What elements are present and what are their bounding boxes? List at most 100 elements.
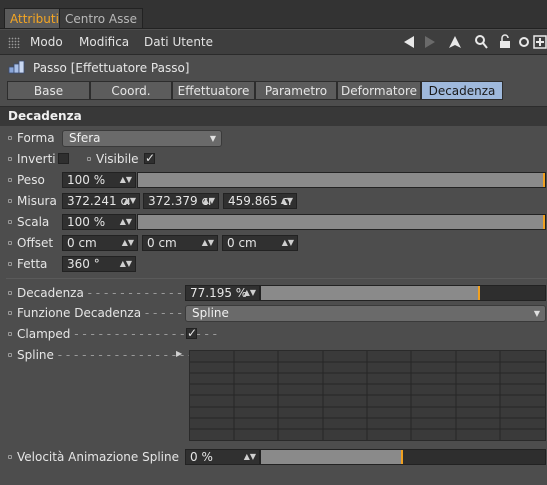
peso-slider[interactable]: [137, 172, 546, 188]
peso-field[interactable]: 100 % ▲▼: [62, 172, 136, 188]
animate-dot-peso[interactable]: [8, 178, 12, 182]
offset-label: Offset: [17, 236, 54, 250]
clamped-label-text: Clamped: [17, 327, 71, 341]
spinner-icon[interactable]: ▲▼: [124, 194, 136, 208]
spline-grid-lines: [190, 351, 545, 440]
lock-icon[interactable]: [498, 34, 512, 50]
misura-z-field[interactable]: 459.865 cı ▲▼: [223, 193, 297, 209]
animate-dot-decadenza[interactable]: [8, 291, 12, 295]
scala-slider-knob[interactable]: [543, 215, 545, 229]
spinner-icon[interactable]: ▲▼: [244, 286, 256, 300]
spinner-icon[interactable]: ▲▼: [281, 194, 293, 208]
step-effector-icon: [8, 60, 28, 74]
menu-modifica[interactable]: Modifica: [79, 35, 129, 49]
animate-dot-funzione[interactable]: [8, 311, 12, 315]
offset-x-field[interactable]: 0 cm ▲▼: [62, 235, 138, 251]
funzione-label: Funzione Decadenza - - - - -: [17, 306, 182, 320]
decadenza-slider-knob[interactable]: [478, 286, 480, 300]
scala-slider[interactable]: [137, 214, 546, 230]
arrow-left-icon[interactable]: [402, 34, 416, 50]
fetta-field[interactable]: 360 ° ▲▼: [62, 256, 136, 272]
tab-parametro[interactable]: Parametro: [255, 81, 337, 100]
expand-arrow-icon[interactable]: ▶: [176, 349, 182, 358]
peso-label: Peso: [17, 173, 45, 187]
settings-icon[interactable]: [517, 34, 531, 50]
velocita-label: Velocità Animazione Spline: [17, 450, 179, 464]
tab-deformatore[interactable]: Deformatore: [337, 81, 421, 100]
animate-dot-clamped[interactable]: [8, 332, 12, 336]
chevron-down-icon: ▼: [209, 134, 216, 143]
section-title: Decadenza: [8, 109, 82, 123]
decadenza-slider[interactable]: [260, 285, 546, 301]
forma-label: Forma: [17, 131, 55, 145]
animate-dot-scala[interactable]: [8, 220, 12, 224]
funzione-value: Spline: [192, 306, 229, 320]
inverti-label: Inverti: [17, 152, 56, 166]
misura-label: Misura: [17, 194, 57, 208]
tab-base[interactable]: Base: [7, 81, 90, 100]
offset-y-field[interactable]: 0 cm ▲▼: [142, 235, 218, 251]
tab-effettuatore[interactable]: Effettuatore: [172, 81, 255, 100]
peso-slider-knob[interactable]: [543, 173, 545, 187]
menu-modo[interactable]: Modo: [30, 35, 63, 49]
funzione-dropdown[interactable]: Spline ▼: [185, 305, 546, 322]
spline-editor-grid[interactable]: [189, 350, 546, 441]
add-panel-icon[interactable]: [533, 34, 547, 50]
search-icon[interactable]: [474, 34, 488, 50]
tab-coord[interactable]: Coord.: [90, 81, 172, 100]
animate-dot-inverti[interactable]: [8, 157, 12, 161]
velocita-field[interactable]: 0 % ▲▼: [185, 449, 260, 465]
offset-y-value: 0 cm: [147, 236, 177, 250]
spinner-icon[interactable]: ▲▼: [282, 236, 294, 250]
top-tab-bar: Attributi Centro Asse: [0, 0, 547, 29]
decadenza-slider-fill: [261, 286, 478, 300]
funzione-label-text: Funzione Decadenza: [17, 306, 142, 320]
tab-attributi[interactable]: Attributi: [4, 8, 65, 28]
decadenza-field[interactable]: 77.195 % ▲▼: [185, 285, 260, 301]
offset-z-field[interactable]: 0 cm ▲▼: [222, 235, 298, 251]
spinner-icon[interactable]: ▲▼: [120, 257, 132, 271]
animate-dot-forma[interactable]: [8, 136, 12, 140]
spinner-icon[interactable]: ▲▼: [244, 450, 256, 464]
spinner-icon[interactable]: ▲▼: [202, 236, 214, 250]
inverti-checkbox[interactable]: [58, 153, 69, 164]
velocita-value: 0 %: [190, 450, 213, 464]
fetta-label: Fetta: [17, 257, 48, 271]
arrow-right-icon[interactable]: [423, 34, 437, 50]
dotted-leader: - - - - -: [141, 306, 182, 320]
spinner-icon[interactable]: ▲▼: [120, 215, 132, 229]
grip-icon[interactable]: [8, 37, 20, 48]
visibile-checkbox[interactable]: ✓: [144, 151, 156, 165]
decadenza-label-text: Decadenza: [17, 286, 84, 300]
scala-label: Scala: [17, 215, 50, 229]
tab-decadenza[interactable]: Decadenza: [421, 81, 503, 100]
spinner-icon[interactable]: ▲▼: [120, 173, 132, 187]
section-header: Decadenza: [0, 106, 547, 126]
scala-field[interactable]: 100 % ▲▼: [62, 214, 136, 230]
animate-dot-spline[interactable]: [8, 353, 12, 357]
arrow-up-icon[interactable]: [448, 34, 462, 50]
velocita-slider-knob[interactable]: [401, 450, 403, 464]
tab-centro-asse[interactable]: Centro Asse: [59, 8, 143, 28]
scala-value: 100 %: [67, 215, 106, 229]
misura-x-field[interactable]: 372.241 cı ▲▼: [62, 193, 140, 209]
menu-bar: Modo Modifica Dati Utente: [0, 30, 547, 55]
clamped-checkbox[interactable]: ✓: [186, 327, 197, 339]
menu-dati-utente[interactable]: Dati Utente: [144, 35, 213, 49]
velocita-slider[interactable]: [260, 449, 546, 465]
checkmark-icon: ✓: [145, 151, 156, 165]
peso-value: 100 %: [67, 173, 106, 187]
peso-slider-fill: [138, 173, 543, 187]
animate-dot-visibile[interactable]: [87, 157, 91, 161]
misura-y-field[interactable]: 372.379 cı ▲▼: [143, 193, 219, 209]
forma-dropdown[interactable]: Sfera ▼: [62, 130, 222, 147]
animate-dot-offset[interactable]: [8, 241, 12, 245]
spline-label: Spline - - - - - - - - - - - - - - - - -…: [17, 348, 201, 362]
animate-dot-fetta[interactable]: [8, 262, 12, 266]
animate-dot-misura[interactable]: [8, 199, 12, 203]
spinner-icon[interactable]: ▲▼: [203, 194, 215, 208]
spinner-icon[interactable]: ▲▼: [122, 236, 134, 250]
offset-z-value: 0 cm: [227, 236, 257, 250]
animate-dot-velocita[interactable]: [8, 455, 12, 459]
divider: [6, 278, 547, 279]
